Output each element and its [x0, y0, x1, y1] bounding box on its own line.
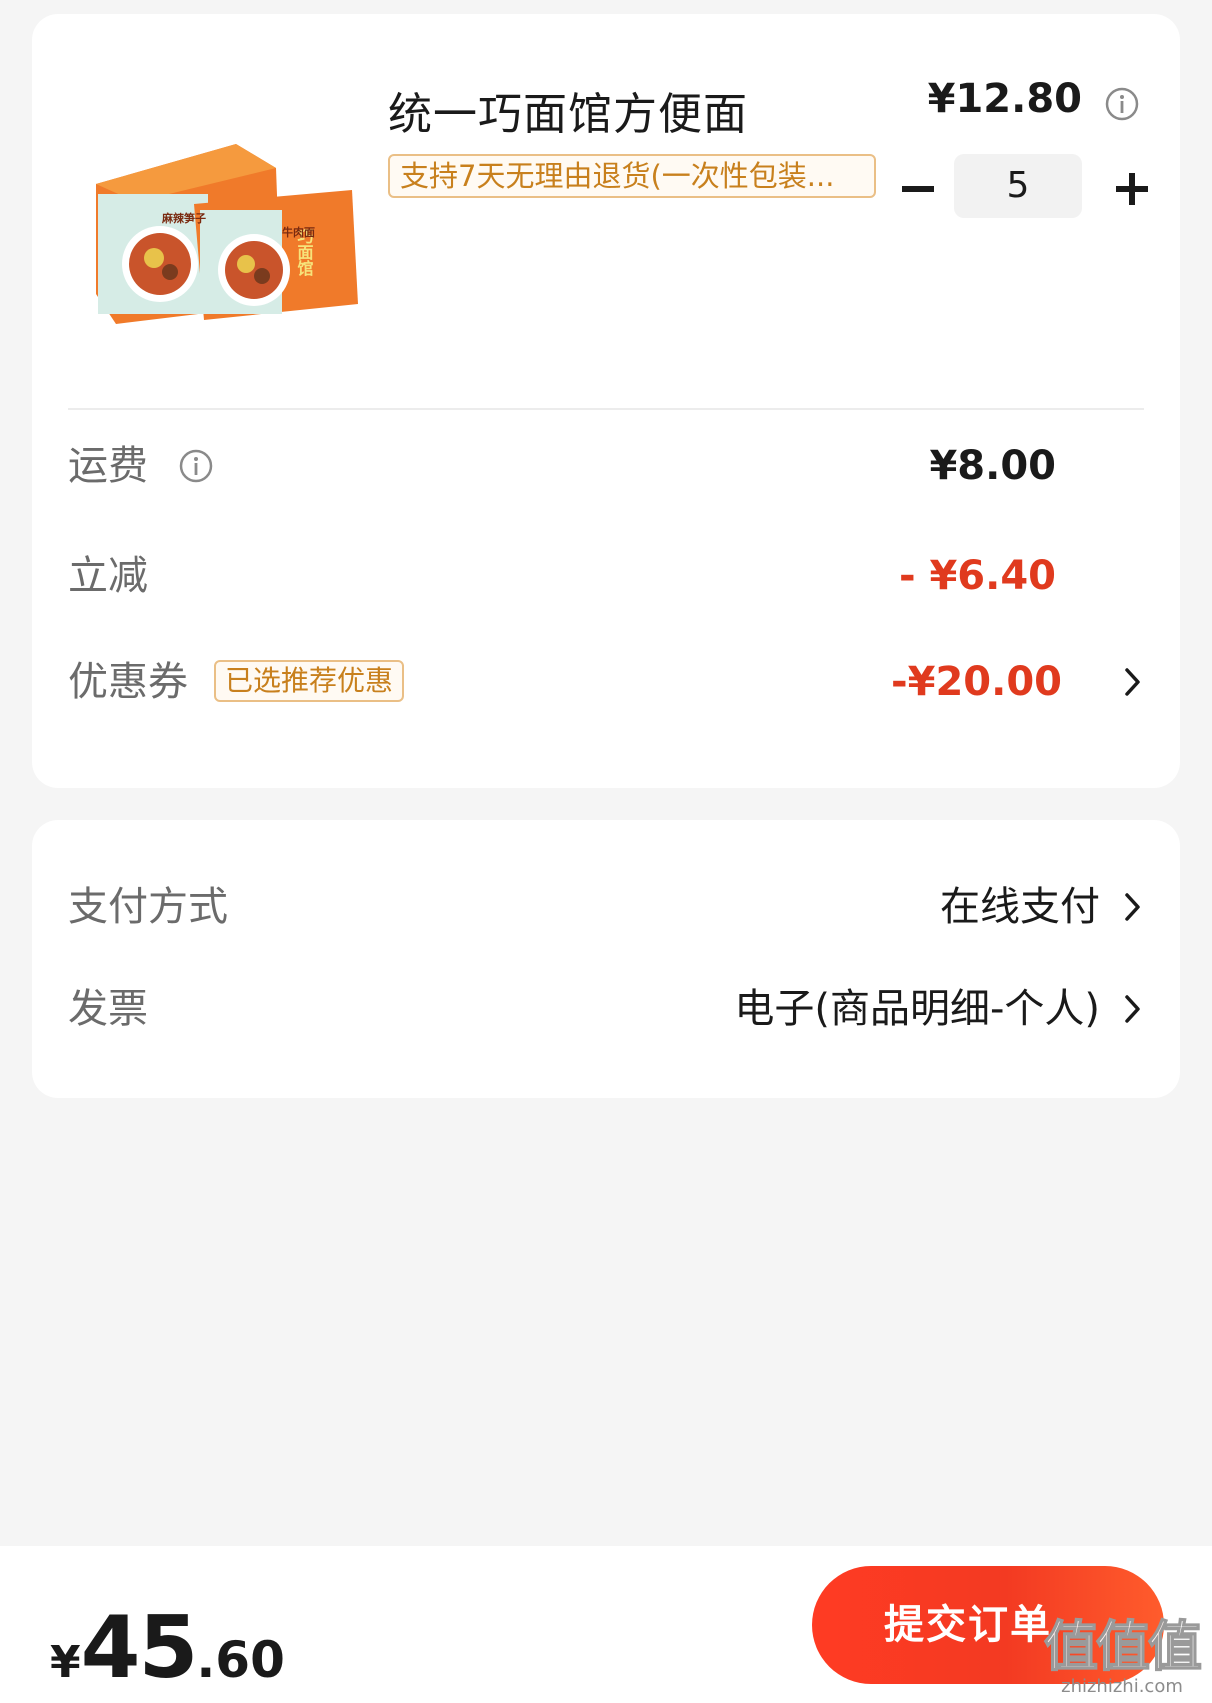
bottom-bar: ¥45.60 提交订单 值值值 zhizhizhi.com — [0, 1546, 1212, 1703]
shipping-label: 运费 — [68, 443, 148, 489]
watermark-url: zhizhizhi.com — [1061, 1676, 1183, 1697]
total-decimal: .60 — [196, 1631, 285, 1689]
payment-method-row[interactable]: 支付方式 在线支付 — [68, 872, 1144, 942]
shipping-row: 运费 ¥8.00 — [68, 436, 1144, 496]
plus-icon[interactable] — [1108, 164, 1158, 214]
product-image[interactable]: 巧面馆 麻辣笋子 牛肉面 — [76, 124, 376, 336]
chevron-right-icon[interactable] — [1122, 991, 1144, 1027]
total-integer: 45 — [80, 1598, 199, 1698]
info-icon[interactable] — [178, 448, 214, 484]
chevron-right-icon[interactable] — [1122, 889, 1144, 925]
order-card: 巧面馆 麻辣笋子 牛肉面 统一巧面馆方便面 ¥12.80 支持7天无理由退货(一… — [32, 14, 1180, 788]
minus-icon[interactable] — [894, 164, 944, 214]
divider — [68, 408, 1144, 410]
shipping-value: ¥8.00 — [929, 443, 1056, 489]
coupon-value: -¥20.00 — [891, 659, 1062, 705]
chevron-right-icon[interactable] — [1122, 664, 1144, 700]
coupon-label: 优惠券 — [68, 659, 188, 705]
watermark: 值值值 zhizhizhi.com — [1043, 1615, 1203, 1697]
return-policy-tag: 支持7天无理由退货(一次性包装... — [388, 154, 876, 198]
quantity-value[interactable]: 5 — [954, 154, 1082, 218]
total-currency: ¥ — [50, 1637, 81, 1688]
discount-label: 立减 — [68, 553, 148, 599]
watermark-logo: 值值值 — [1043, 1615, 1203, 1678]
coupon-row[interactable]: 优惠券 已选推荐优惠 -¥20.00 — [68, 652, 1144, 712]
payment-method-label: 支付方式 — [68, 884, 228, 930]
order-total: ¥45.60 — [50, 1598, 285, 1698]
payment-card: 支付方式 在线支付 发票 电子(商品明细-个人) — [32, 820, 1180, 1098]
payment-method-value: 在线支付 — [940, 884, 1100, 930]
invoice-row[interactable]: 发票 电子(商品明细-个人) — [68, 974, 1144, 1044]
invoice-label: 发票 — [68, 986, 148, 1032]
invoice-value: 电子(商品明细-个人) — [734, 986, 1100, 1032]
product-title[interactable]: 统一巧面馆方便面 — [388, 78, 748, 142]
product-image-flavor-2: 牛肉面 — [282, 225, 315, 239]
discount-value: - ¥6.40 — [898, 553, 1056, 599]
product-price: ¥12.80 — [927, 76, 1082, 122]
product-image-flavor-1: 麻辣笋子 — [161, 211, 206, 225]
discount-row: 立减 - ¥6.40 — [68, 546, 1144, 606]
info-icon[interactable] — [1104, 86, 1140, 122]
coupon-tag: 已选推荐优惠 — [214, 660, 405, 702]
